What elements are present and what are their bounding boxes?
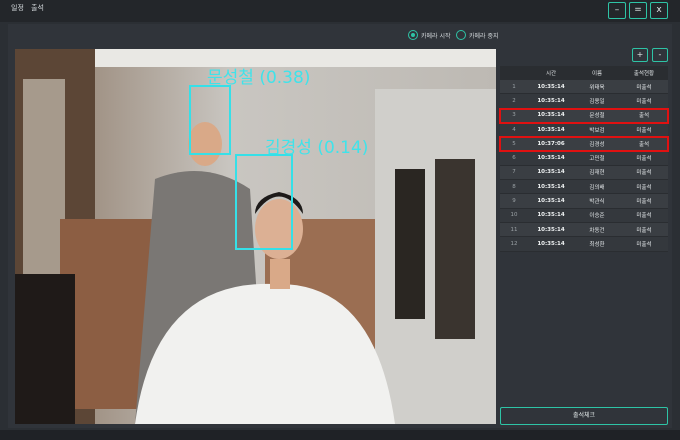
table-row[interactable]: 8 10:35:14 김의배 미출석 [500,180,668,195]
camera-stop-option[interactable]: 카메라 중지 [456,30,499,40]
row-index: 8 [512,183,516,190]
menu-bar: 일정 출석 – = x [0,0,680,22]
camera-start-option[interactable]: 카메라 시작 [408,30,451,40]
row-name: 문성철 [589,113,605,120]
face-box-2 [235,154,293,250]
table-row[interactable]: 7 10:35:14 김재현 미출석 [500,165,668,181]
row-status: 미출석 [636,213,652,220]
row-index: 1 [512,83,516,90]
row-time: 10:35:14 [537,155,565,162]
row-time: 10:35:14 [537,212,565,219]
header-name: 이름 [591,71,603,77]
radio-selected-icon[interactable] [408,30,418,40]
row-index: 11 [510,226,518,233]
maximize-button[interactable]: = [629,2,647,19]
table-row[interactable]: 11 10:35:14 차동건 미출석 [500,222,668,238]
camera-stop-label: 카메라 중지 [469,32,499,40]
row-status: 미출석 [636,241,652,248]
row-index: 6 [512,155,516,162]
row-index: 7 [512,169,516,176]
table-row[interactable]: 9 10:35:14 박관식 미출석 [500,194,668,209]
row-index: 4 [512,126,516,133]
row-name: 박관식 [589,199,605,206]
camera-feed: 문성철 (0.38) 김경성 (0.14) [15,49,496,424]
row-time: 10:35:14 [537,183,565,190]
attendance-table: 시간 이름 출석현황 1 10:35:14 위태욱 미출석 2 10:35:14 김용일 미출… [499,66,669,252]
menu-schedule[interactable]: 일정 [11,3,24,13]
row-time: 10:35:14 [537,240,565,247]
header-time: 시간 [545,71,557,77]
row-index: 3 [512,112,516,119]
row-status: 미출석 [636,127,652,134]
row-name: 차동건 [589,227,605,234]
row-name: 박보검 [589,127,605,134]
row-name: 최성환 [589,241,605,248]
face-box-1 [189,85,231,155]
table-row[interactable]: 6 10:35:14 고민철 미출석 [500,151,668,166]
face-label-1: 문성철 (0.38) [207,68,311,88]
row-name: 고민철 [589,156,605,163]
row-time: 10:35:14 [537,198,565,205]
table-row[interactable]: 2 10:35:14 김용일 미출석 [500,94,668,109]
face-label-2: 김경성 (0.14) [265,138,369,158]
row-status: 미출석 [636,84,652,91]
table-row[interactable]: 4 10:35:14 박보검 미출석 [500,122,668,138]
row-name: 위태욱 [589,84,605,91]
close-button[interactable]: x [650,2,668,19]
table-body: 1 10:35:14 위태욱 미출석 2 10:35:14 김용일 미출석 3 10:35:14 문… [499,80,669,252]
row-index: 9 [512,198,516,205]
row-name: 김의배 [589,184,605,191]
table-row[interactable]: 12 10:35:14 최성환 미출석 [500,237,668,252]
table-row[interactable]: 5 10:37:06 김경성 출석 [499,136,669,153]
header-status: 출석현황 [633,71,655,77]
row-status: 미출석 [636,184,652,191]
row-time: 10:35:14 [537,126,565,133]
row-status: 출석 [638,113,650,120]
minimize-button[interactable]: – [608,2,626,19]
row-time: 10:35:14 [537,97,565,104]
row-status: 출석 [638,141,650,148]
menu-attendance[interactable]: 출석 [31,3,44,13]
row-time: 10:35:14 [537,112,565,119]
attendance-check-button[interactable]: 출석체크 [500,407,668,425]
row-time: 10:37:06 [537,140,565,147]
row-index: 10 [510,212,518,219]
table-row[interactable]: 3 10:35:14 문성철 출석 [499,107,669,124]
row-name: 이승준 [589,213,605,220]
row-status: 미출석 [636,170,652,177]
remove-row-button[interactable]: - [652,48,668,62]
row-index: 5 [512,140,516,147]
row-index: 12 [510,240,518,247]
row-name: 김재현 [589,170,605,177]
row-time: 10:35:14 [537,226,565,233]
row-time: 10:35:14 [537,83,565,90]
add-row-button[interactable]: + [632,48,648,62]
row-name: 김용일 [589,98,605,105]
row-index: 2 [512,97,516,104]
row-status: 미출석 [636,227,652,234]
radio-unselected-icon[interactable] [456,30,466,40]
row-time: 10:35:14 [537,169,565,176]
row-status: 미출석 [636,156,652,163]
status-bar [0,430,680,440]
table-header: 시간 이름 출석현황 [500,66,668,80]
camera-start-label: 카메라 시작 [421,32,451,40]
row-name: 김경성 [589,141,605,148]
table-row[interactable]: 1 10:35:14 위태욱 미출석 [500,80,668,95]
table-row[interactable]: 10 10:35:14 이승준 미출석 [500,208,668,223]
row-status: 미출석 [636,199,652,206]
row-status: 미출석 [636,98,652,105]
